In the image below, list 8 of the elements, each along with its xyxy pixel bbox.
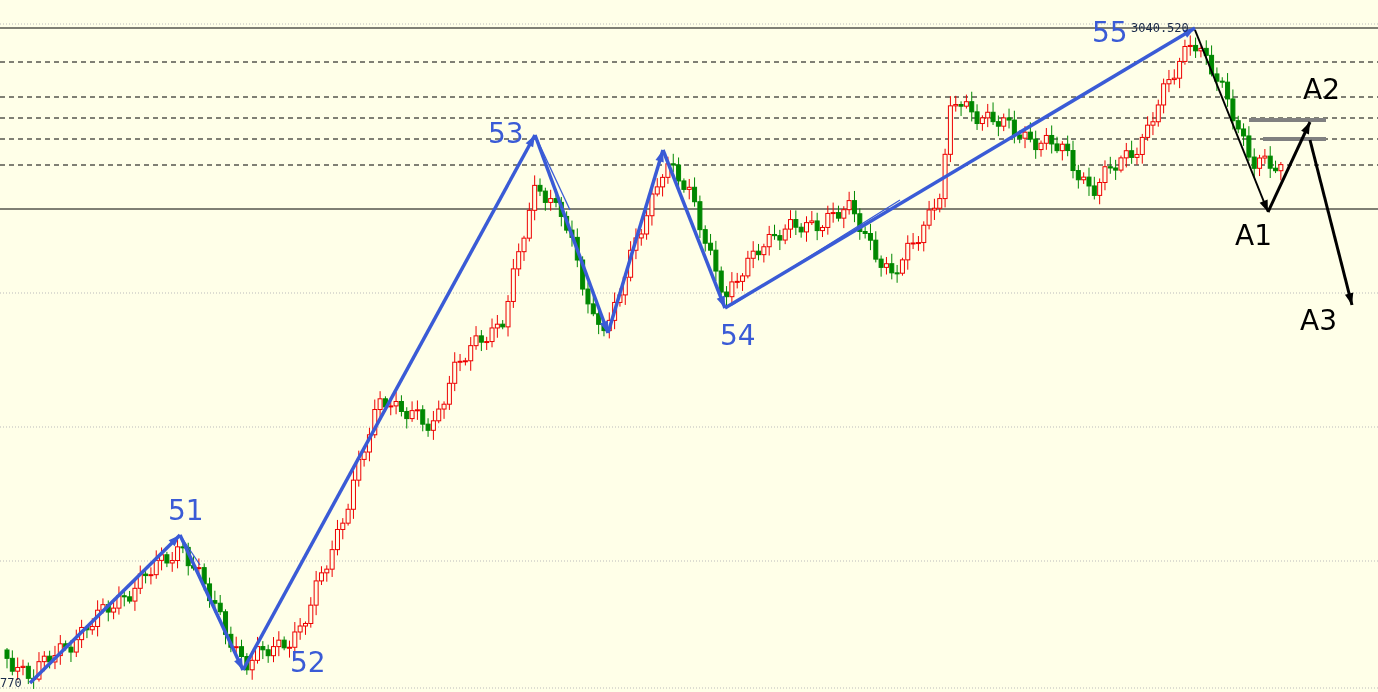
projection-label: A2: [1303, 73, 1340, 106]
price-label: 770: [0, 676, 22, 690]
wave-label: 53: [488, 117, 524, 150]
wave-label: 52: [290, 646, 326, 679]
wave-label: 54: [720, 319, 756, 352]
wave-label: 51: [168, 494, 204, 527]
projection-label: A3: [1300, 304, 1337, 337]
projection-label: A1: [1235, 219, 1272, 252]
